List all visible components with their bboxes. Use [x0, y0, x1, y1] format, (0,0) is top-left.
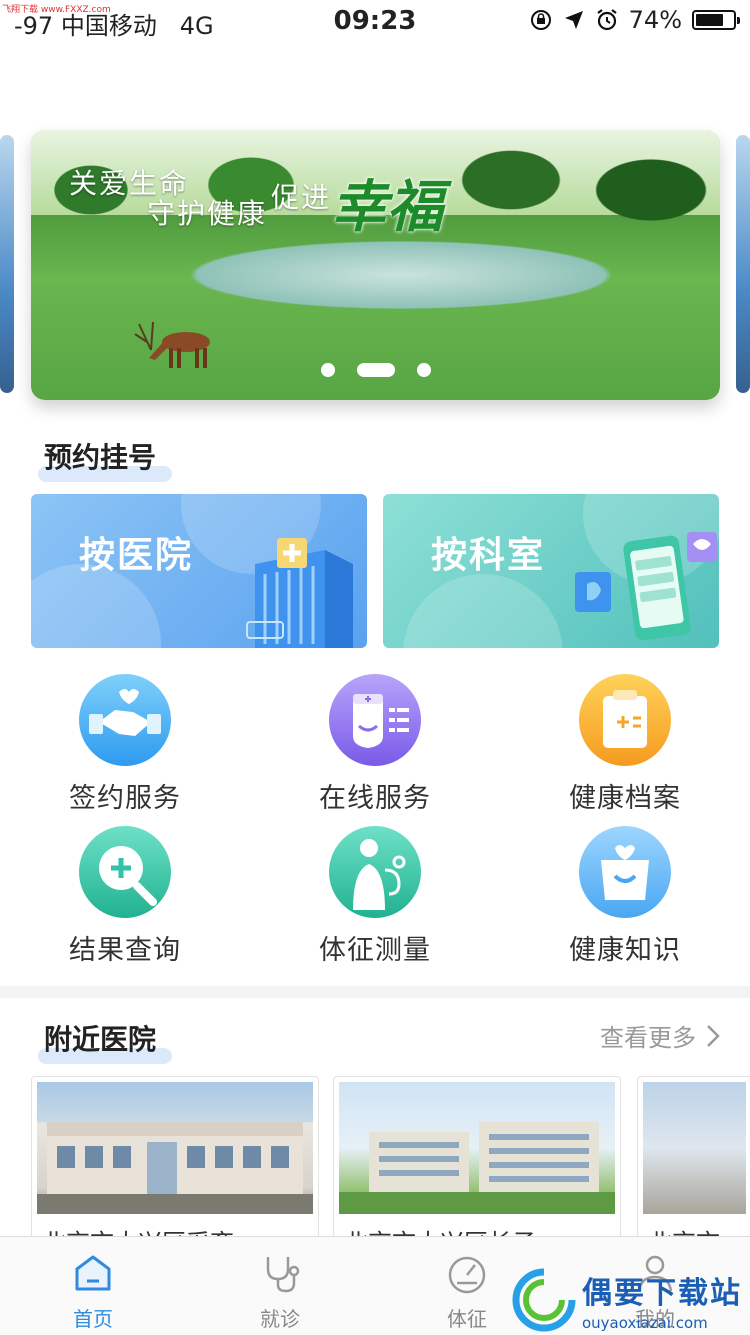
service-label: 健康知识: [569, 935, 681, 966]
status-bar: -97 中国移动 4G 09:23 74%: [0, 0, 750, 40]
carousel-indicator[interactable]: [31, 363, 720, 377]
tab-label: 体征: [447, 1307, 487, 1331]
banner-slogan-highlight: 幸福: [331, 174, 443, 240]
tab-home[interactable]: 首页: [38, 1251, 148, 1332]
by-hospital-label: 按医院: [79, 535, 194, 576]
tab-visit[interactable]: 就诊: [225, 1251, 335, 1332]
nearby-title-text: 附近医院: [44, 1023, 157, 1056]
hospital-card[interactable]: 北京市大兴区采育...: [31, 1076, 319, 1248]
service-label: 签约服务: [69, 783, 181, 814]
carousel-dot[interactable]: [416, 363, 431, 377]
service-vital-signs[interactable]: 体征测量: [275, 826, 475, 967]
search-plus-icon: [79, 826, 171, 918]
hospital-card[interactable]: 北京市...: [637, 1076, 750, 1248]
stethoscope-icon: [266, 1257, 300, 1293]
clipboard-icon: [579, 674, 671, 766]
stethoscope-icon: [329, 826, 421, 918]
watermark-url: ouyaoxiazai.com: [582, 1314, 708, 1332]
hospital-building-icon: [246, 538, 353, 648]
battery-percent: 74%: [628, 6, 682, 34]
carousel-dot-active[interactable]: [356, 363, 395, 377]
banner-slogan-3: 促进: [271, 181, 332, 214]
hospital-photo: [339, 1082, 615, 1214]
tab-label: 就诊: [260, 1307, 300, 1331]
appointment-title-text: 预约挂号: [44, 441, 157, 474]
chevron-right-icon: [707, 1024, 720, 1047]
handshake-icon: [79, 674, 171, 766]
service-label: 结果查询: [69, 935, 181, 966]
service-health-knowledge[interactable]: 健康知识: [525, 826, 725, 967]
by-hospital-card[interactable]: 按医院: [31, 494, 367, 648]
tab-label: 首页: [73, 1307, 113, 1331]
appointment-title: 预约挂号: [38, 436, 173, 482]
view-more-link[interactable]: 查看更多: [600, 1018, 720, 1053]
by-department-label: 按科室: [431, 535, 546, 576]
battery-icon: [692, 10, 740, 30]
service-online[interactable]: 在线服务: [275, 674, 475, 815]
status-icons: 74%: [529, 6, 740, 34]
service-label: 在线服务: [319, 783, 431, 814]
gauge-icon: [448, 1256, 486, 1294]
view-more-label: 查看更多: [600, 1024, 696, 1052]
department-phone-icon: [575, 532, 717, 641]
tab-vitals[interactable]: 体征: [412, 1251, 522, 1332]
watermark-logo-icon: [512, 1268, 576, 1332]
service-health-record[interactable]: 健康档案: [525, 674, 725, 815]
hospital-card[interactable]: 北京市大兴区长子...: [333, 1076, 621, 1248]
service-signing[interactable]: 签约服务: [25, 674, 225, 815]
by-department-card[interactable]: 按科室: [383, 494, 719, 648]
nurse-icon: [329, 674, 421, 766]
service-label: 健康档案: [569, 783, 681, 814]
rotation-lock-icon: [530, 10, 551, 30]
nearby-title: 附近医院: [38, 1018, 173, 1064]
site-watermark: 偶要下载站 ouyaoxiazai.com: [512, 1266, 750, 1334]
shopping-bag-icon: [579, 826, 671, 918]
service-result-query[interactable]: 结果查询: [25, 826, 225, 967]
home-icon: [75, 1255, 111, 1291]
location-icon: [564, 11, 583, 29]
banner-prev-peek[interactable]: [0, 135, 14, 393]
hospital-photo: [643, 1082, 746, 1214]
banner-slide[interactable]: 关爱生命 守护健康 促进 幸福: [31, 130, 720, 400]
watermark-title: 偶要下载站: [582, 1276, 742, 1311]
service-label: 体征测量: [319, 935, 431, 966]
banner-slogan-2: 守护健康: [147, 197, 268, 230]
banner-carousel[interactable]: 关爱生命 守护健康 促进 幸福: [0, 130, 750, 400]
carousel-dot[interactable]: [320, 363, 335, 377]
hospital-photo: [37, 1082, 313, 1214]
alarm-icon: [596, 9, 617, 31]
banner-next-peek[interactable]: [736, 135, 750, 393]
section-divider: [0, 986, 750, 998]
